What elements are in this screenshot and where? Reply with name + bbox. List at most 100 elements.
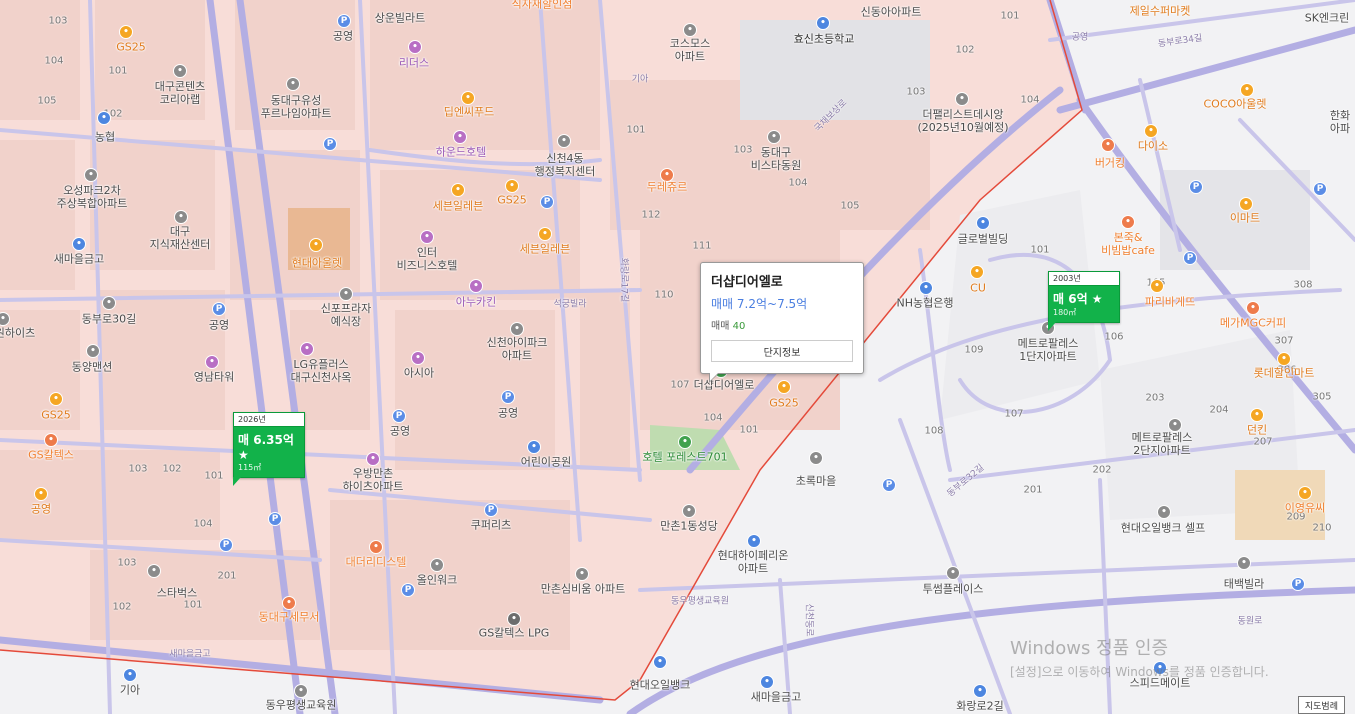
map-label[interactable]: 하운드호텔 (436, 145, 487, 158)
map-label[interactable]: 버거킹 (1095, 156, 1125, 169)
map-label[interactable]: 공영 (31, 502, 51, 515)
map-label[interactable]: 쿠퍼리츠 (471, 518, 511, 531)
map-label[interactable]: 투썸플레이스 (923, 582, 984, 595)
map-label[interactable]: 한화 아파 (1330, 109, 1350, 135)
map-label[interactable]: 식자재할인점 (512, 0, 573, 11)
map-label[interactable]: 오성파크2차 주상복합아파트 (57, 184, 128, 210)
map-label[interactable]: 호텔 포레스트701 (642, 450, 727, 463)
map-label[interactable]: 대구 지식재산센터 (150, 225, 211, 251)
map-label[interactable]: 파리바게뜨 (1145, 295, 1196, 308)
map-label[interactable]: 글로벌빌딩 (958, 232, 1009, 245)
map-label[interactable]: 동대구세무서 (259, 610, 320, 623)
map-label[interactable]: GS칼텍스 LPG (479, 626, 550, 639)
map-label[interactable]: 딥엔씨푸드 (444, 105, 495, 118)
map-label[interactable]: 올인워크 (417, 573, 457, 586)
map-label[interactable]: 더샵디어엘로 (694, 378, 755, 391)
map-label[interactable]: 현대하이페리온 아파트 (718, 549, 789, 575)
map-label[interactable]: 농협 (95, 130, 115, 143)
map-label[interactable]: 동양맨션 (72, 360, 112, 373)
map-label[interactable]: GS25 (769, 396, 799, 409)
map-label[interactable]: 동부로30길 (82, 312, 136, 325)
map-label-education[interactable]: 새마을금고 (751, 690, 802, 703)
map-label[interactable]: 신천4동 행정복지센터 (535, 152, 596, 178)
map-label[interactable]: 어린이공원 (521, 455, 572, 468)
map-label[interactable]: 만촌심비움 아파트 (541, 582, 625, 595)
map-label[interactable]: 원하이츠 (0, 326, 35, 339)
marker-area: 115㎡ (238, 463, 262, 472)
map-label[interactable]: 공영 (333, 29, 353, 42)
map-label[interactable]: 동대구 비스타동원 (751, 146, 802, 172)
map-label[interactable]: GS25 (497, 193, 527, 206)
map-label[interactable]: 인터 비즈니스호텔 (397, 246, 458, 272)
marker-year: 2026년 (234, 413, 304, 427)
complex-info-popup[interactable]: 더샵디어엘로 매매 7.2억~7.5억 매매 40 단지정보 (700, 262, 864, 383)
map-label[interactable]: 코스모스 아파트 (670, 37, 710, 63)
road-label: 석궁빌라 (553, 299, 587, 310)
marker-price: 매 6.35억 ★ (238, 433, 294, 462)
road-label: 신천동로 (803, 603, 814, 637)
map-label[interactable]: 현대아울렛 (292, 256, 343, 269)
map-label[interactable]: 태백빌라 (1224, 577, 1264, 590)
map-label[interactable]: 만촌1동성당 (660, 519, 718, 532)
map-label[interactable]: 이영유씨 (1285, 501, 1325, 514)
map-label[interactable]: SK엔크린 (1305, 11, 1350, 24)
map-label[interactable]: GS25 (116, 40, 146, 53)
map-label[interactable]: 공영 (209, 318, 229, 331)
price-marker[interactable]: 2003년 매 6억 ★ 180㎡ (1048, 271, 1120, 331)
complex-info-button[interactable]: 단지정보 (711, 340, 853, 362)
map-label[interactable]: 스타벅스 (157, 586, 197, 599)
map-label[interactable]: 신천아이파크 아파트 (487, 336, 548, 362)
map-label[interactable]: 대더리디스텔 (346, 555, 407, 568)
map-label[interactable]: 새마을금고 (54, 252, 105, 265)
map-label[interactable]: 제일수퍼마켓 (1130, 4, 1191, 17)
map-label[interactable]: 더팰리스트데시앙 (2025년10월예정) (917, 108, 1008, 134)
map-label[interactable]: 던킨 (1247, 423, 1267, 436)
map-label[interactable]: 우방만촌 하이츠아파트 (343, 467, 404, 493)
map-label[interactable]: 공영 (498, 406, 518, 419)
map-label[interactable]: 아누카킨 (456, 295, 496, 308)
map-label[interactable]: 상운빌라트 (375, 11, 426, 24)
price-marker[interactable]: 2026년 매 6.35억 ★ 115㎡ (233, 412, 305, 486)
map-label[interactable]: COCO아울렛 (1203, 97, 1266, 110)
road-label: 새마을금고 (169, 649, 211, 660)
marker-pointer (1048, 322, 1056, 331)
map-label[interactable]: NH농협은행 (897, 296, 954, 309)
road-label: 공영 (1071, 32, 1089, 43)
map-label[interactable]: 메트로팔레스 1단지아파트 (1018, 337, 1079, 363)
map-label[interactable]: GS칼텍스 (28, 448, 74, 461)
map-label[interactable]: 세븐일레븐 (433, 199, 484, 212)
map-label[interactable]: 이마트 (1230, 211, 1260, 224)
map-label[interactable]: 신동아아파트 (861, 5, 922, 18)
map-label[interactable]: 리더스 (399, 56, 429, 69)
map-label[interactable]: 효신초등학교 (794, 32, 855, 45)
map-label[interactable]: 공영 (390, 424, 410, 437)
popup-listing-count: 매매 40 (711, 321, 746, 332)
map-label[interactable]: 메가MGC커피 (1220, 316, 1286, 329)
map-label[interactable]: 두레쥬르 (647, 180, 687, 193)
map-label[interactable]: 신포프라자 예식장 (321, 302, 372, 328)
popup-price-range: 매매 7.2억~7.5억 (711, 297, 808, 311)
map-label[interactable]: 동대구유성 푸르나임아파트 (261, 94, 332, 120)
map-label[interactable]: 다이소 (1138, 139, 1168, 152)
map-label[interactable]: CU (970, 281, 986, 294)
map-legend-button[interactable]: 지도범례 (1297, 696, 1345, 714)
map-label[interactable]: 메트로팔레스 2단지아파트 (1132, 431, 1193, 457)
map-label[interactable]: LG유플러스 대구신천사옥 (291, 358, 352, 384)
map-label-bank[interactable]: 화랑로2길 (956, 699, 1003, 712)
map-label[interactable]: 초록마을 (796, 474, 836, 487)
map-canvas[interactable] (0, 0, 1355, 714)
map-label[interactable]: 영남타워 (194, 370, 234, 383)
marker-price: 매 6억 ★ (1053, 292, 1103, 306)
marker-pointer (233, 477, 241, 486)
map-label[interactable]: 현대오일뱅크 셀프 (1121, 521, 1205, 534)
map-label[interactable]: 세븐일레븐 (520, 242, 571, 255)
map-label[interactable]: 아시아 (404, 366, 434, 379)
map-label[interactable]: GS25 (41, 408, 71, 421)
map-label[interactable]: 대구콘텐츠 코리아랩 (155, 80, 206, 106)
map-label-speedmate[interactable]: 기아 (120, 683, 140, 696)
map-label[interactable]: 본죽& 비빔밥cafe (1101, 231, 1155, 257)
map-label-kia[interactable]: 동우평생교육원 (266, 698, 337, 711)
map-label[interactable]: 롯데할인마트 (1254, 366, 1315, 379)
marker-year: 2003년 (1049, 272, 1119, 286)
map-label[interactable]: 현대오일뱅크 (630, 678, 691, 691)
